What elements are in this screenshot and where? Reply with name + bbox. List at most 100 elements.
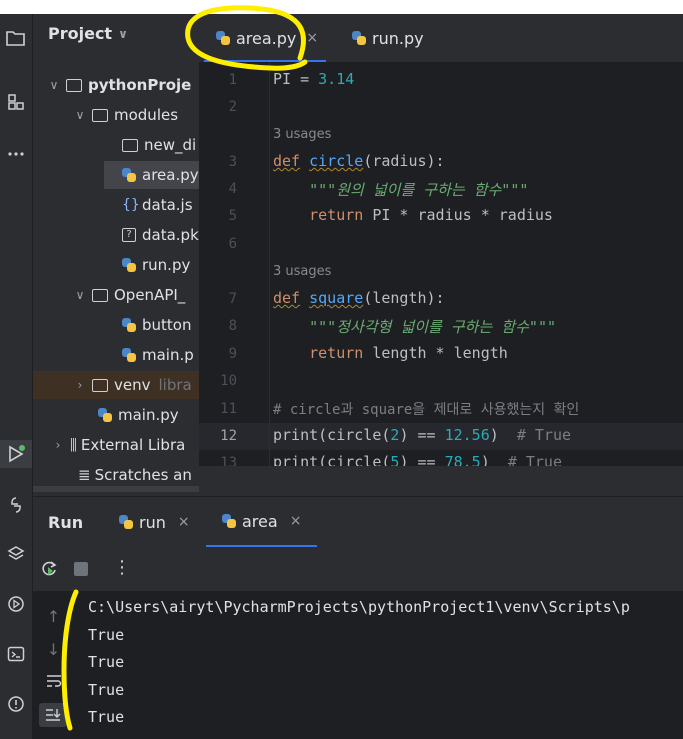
tab-run-py[interactable]: run.py <box>352 14 424 62</box>
arrow-down-icon[interactable]: ↓ <box>33 640 74 659</box>
console-line: True <box>88 681 125 699</box>
tree-item-project-root[interactable]: ∨ pythonProje <box>48 71 192 99</box>
tree-item-label: venv <box>114 376 151 394</box>
tree-item-label: button <box>142 316 192 334</box>
tab-area-py[interactable]: area.py × <box>216 14 318 62</box>
console-line: True <box>88 708 125 726</box>
code-token: 78.5 <box>444 453 481 466</box>
close-icon[interactable]: × <box>290 513 302 529</box>
line-number: 7 <box>228 291 237 307</box>
rerun-icon[interactable] <box>39 559 59 579</box>
run-panel-title: Run <box>48 512 84 532</box>
code-line-3: def circle(radius): <box>273 152 445 170</box>
code-token: print(circle( <box>273 426 391 444</box>
project-panel-title[interactable]: Project ∨ <box>48 24 128 43</box>
code-token: """원의 넓이를 구하는 함수""" <box>309 181 529 199</box>
tree-item-label: OpenAPI_ <box>114 286 186 304</box>
layers-icon[interactable] <box>0 540 32 568</box>
line-number: 8 <box>228 318 237 334</box>
project-tool-icon[interactable] <box>0 24 32 52</box>
left-tool-strip <box>0 14 33 739</box>
project-panel-scrollbar[interactable] <box>33 486 199 492</box>
chevron-down-icon: ∨ <box>49 78 59 92</box>
code-editor[interactable]: 1 2 3 4 5 6 7 8 9 10 11 12 13 PI = 3.14 … <box>199 62 683 466</box>
tab-label: run.py <box>372 28 424 48</box>
tree-item-data-pkl[interactable]: ? data.pk <box>122 221 199 249</box>
code-line-8: """정사각형 넓이를 구하는 함수""" <box>273 316 556 337</box>
soft-wrap-icon[interactable] <box>33 673 74 693</box>
run-tab-label: run <box>139 512 166 532</box>
more-options-icon[interactable]: ⋮ <box>113 557 131 578</box>
console-line: True <box>88 626 125 644</box>
tree-item-scratches[interactable]: ≣ Scratches an <box>78 461 192 489</box>
python-file-icon <box>122 318 136 332</box>
folder-icon <box>92 378 108 392</box>
code-token: ) <box>480 453 508 466</box>
code-token: (radius): <box>363 152 445 170</box>
tree-item-external-libraries[interactable]: › ⫼ External Libra <box>52 431 186 459</box>
code-line-12: print(circle(2) == 12.56) # True <box>273 426 571 444</box>
run-tab-area[interactable]: area × <box>206 497 318 547</box>
json-file-icon: {} <box>122 197 140 213</box>
code-token: return <box>309 344 364 362</box>
run-tab-run[interactable]: run × <box>119 497 190 547</box>
close-icon[interactable]: × <box>178 514 190 530</box>
stop-icon[interactable] <box>74 562 88 576</box>
library-icon: ⫼ <box>70 436 77 454</box>
line-number: 6 <box>228 236 237 252</box>
code-token: return <box>309 206 364 224</box>
line-number: 4 <box>228 181 237 197</box>
code-line-13: print(circle(5) == 78.5) # True <box>273 453 562 466</box>
terminal-icon[interactable] <box>0 640 32 668</box>
line-number: 10 <box>220 373 237 389</box>
tree-item-main-p[interactable]: main.p <box>122 341 194 369</box>
console-output[interactable]: C:\Users\airyt\PycharmProjects\pythonPro… <box>74 591 683 739</box>
scroll-to-end-icon[interactable] <box>39 703 67 727</box>
tree-item-label: Scratches an <box>94 466 192 484</box>
arrow-up-icon[interactable]: ↑ <box>33 607 74 626</box>
run-toolbar: ⋮ <box>33 547 683 591</box>
line-number: 11 <box>220 401 237 417</box>
usages-hint[interactable]: 3 usages <box>273 127 331 142</box>
code-token: length * length <box>363 344 508 362</box>
tree-item-area-py[interactable]: area.py <box>104 161 199 189</box>
chevron-down-icon: ∨ <box>118 26 128 41</box>
structure-tool-icon[interactable] <box>0 88 32 116</box>
tree-item-openapi[interactable]: ∨ OpenAPI_ <box>74 281 186 309</box>
folder-icon <box>66 78 82 92</box>
line-number: 5 <box>228 208 237 224</box>
tree-item-label: data.pk <box>142 226 199 244</box>
scratches-icon: ≣ <box>78 466 91 484</box>
services-icon[interactable] <box>0 590 32 618</box>
python-file-icon <box>216 31 230 45</box>
code-token: 12.56 <box>444 426 490 444</box>
problems-icon[interactable] <box>0 690 32 718</box>
python-file-icon <box>122 348 136 362</box>
tree-item-venv[interactable]: › venv libra <box>33 371 199 399</box>
python-packages-icon[interactable] <box>0 491 32 519</box>
tree-item-data-json[interactable]: {} data.js <box>122 191 193 219</box>
python-file-icon <box>98 408 112 422</box>
tree-item-modules[interactable]: ∨ modules <box>74 101 178 129</box>
code-token: # True <box>507 453 562 466</box>
code-token: def <box>273 152 301 170</box>
unknown-file-icon: ? <box>122 228 136 242</box>
tree-item-label: External Libra <box>80 436 186 454</box>
tree-item-new-dir[interactable]: new_di <box>122 131 196 159</box>
tree-item-main-py[interactable]: main.py <box>98 401 179 429</box>
code-token: (length): <box>363 289 445 307</box>
code-token: """정사각형 넓이를 구하는 함수""" <box>309 318 557 336</box>
window-top-edge <box>0 0 683 14</box>
usages-hint[interactable]: 3 usages <box>273 264 331 279</box>
tree-item-label: data.js <box>142 196 193 214</box>
tree-item-button[interactable]: button <box>122 311 191 339</box>
chevron-right-icon: › <box>77 378 83 392</box>
tree-item-run-py[interactable]: run.py <box>122 251 190 279</box>
more-tools-icon[interactable] <box>0 140 32 168</box>
code-token: ) == <box>399 453 445 466</box>
python-file-icon <box>222 514 236 528</box>
line-number: 12 <box>220 428 237 444</box>
run-tool-icon[interactable] <box>0 440 32 468</box>
close-icon[interactable]: × <box>306 30 318 46</box>
console-line: C:\Users\airyt\PycharmProjects\pythonPro… <box>88 598 630 616</box>
